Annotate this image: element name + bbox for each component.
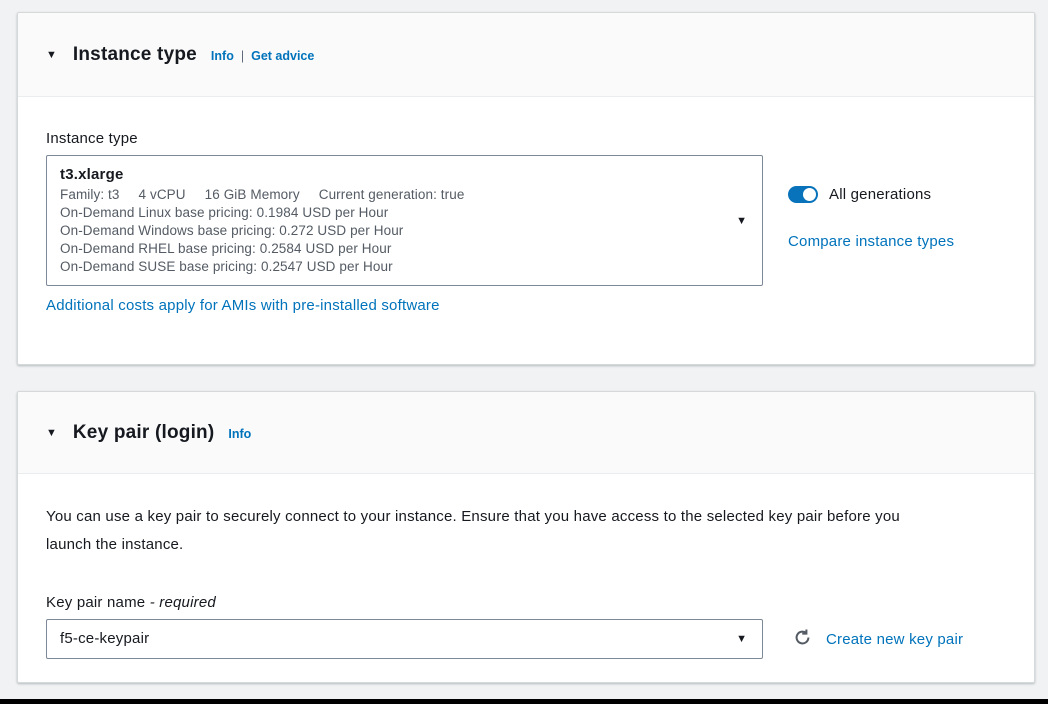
key-pair-name-label: Key pair name bbox=[46, 594, 145, 611]
pricing-rhel: On-Demand RHEL base pricing: 0.2584 USD … bbox=[60, 240, 722, 258]
link-separator: | bbox=[241, 49, 244, 63]
key-pair-description: You can use a key pair to securely conne… bbox=[46, 503, 906, 559]
instance-type-section-body: Instance type t3.xlarge Family: t3 4 vCP… bbox=[18, 97, 1034, 315]
expand-caret-icon[interactable]: ▼ bbox=[46, 48, 57, 61]
toggle-knob bbox=[803, 188, 816, 201]
key-pair-section-body: You can use a key pair to securely conne… bbox=[18, 474, 1034, 659]
key-pair-section-header: ▼ Key pair (login) Info bbox=[18, 392, 1034, 474]
instance-type-field-label: Instance type bbox=[46, 130, 1006, 147]
pricing-windows: On-Demand Windows base pricing: 0.272 US… bbox=[60, 222, 722, 240]
get-advice-link[interactable]: Get advice bbox=[251, 49, 314, 63]
expand-caret-icon[interactable]: ▼ bbox=[46, 426, 57, 439]
instance-type-select[interactable]: t3.xlarge Family: t3 4 vCPU 16 GiB Memor… bbox=[46, 155, 763, 286]
all-generations-label: All generations bbox=[829, 186, 931, 203]
key-pair-select-row: f5-ce-keypair ▼ Create new key pair bbox=[46, 619, 1006, 659]
info-link[interactable]: Info bbox=[228, 427, 251, 441]
instance-type-header-group: Instance type Info | Get advice bbox=[73, 44, 314, 66]
chevron-down-icon: ▼ bbox=[736, 633, 747, 645]
key-pair-header-group: Key pair (login) Info bbox=[73, 422, 251, 444]
all-generations-toggle[interactable]: All generations bbox=[788, 186, 954, 203]
instance-family: Family: t3 bbox=[60, 186, 120, 204]
instance-attributes: Family: t3 4 vCPU 16 GiB Memory Current … bbox=[60, 186, 722, 204]
key-pair-select[interactable]: f5-ce-keypair ▼ bbox=[46, 619, 763, 659]
key-pair-name-label-row: Key pair name - required bbox=[46, 594, 1006, 611]
required-indicator: - required bbox=[150, 594, 216, 611]
section-title: Instance type bbox=[73, 44, 197, 66]
pricing-suse: On-Demand SUSE base pricing: 0.2547 USD … bbox=[60, 258, 722, 276]
instance-generation: Current generation: true bbox=[319, 186, 465, 204]
compare-instance-types-link[interactable]: Compare instance types bbox=[788, 233, 954, 250]
ami-costs-link[interactable]: Additional costs apply for AMIs with pre… bbox=[46, 297, 440, 314]
info-link[interactable]: Info bbox=[211, 49, 234, 63]
toggle-on-icon[interactable] bbox=[788, 186, 818, 203]
instance-type-section-header: ▼ Instance type Info | Get advice bbox=[18, 13, 1034, 97]
header-links: Info bbox=[228, 427, 251, 441]
instance-type-section: ▼ Instance type Info | Get advice Instance… bbox=[17, 12, 1035, 365]
section-title: Key pair (login) bbox=[73, 422, 215, 444]
key-pair-section: ▼ Key pair (login) Info You can use a ke… bbox=[17, 391, 1035, 683]
create-new-key-pair-link[interactable]: Create new key pair bbox=[826, 631, 963, 648]
chevron-down-icon: ▼ bbox=[736, 215, 747, 227]
instance-memory: 16 GiB Memory bbox=[205, 186, 300, 204]
instance-type-right-column: All generations Compare instance types bbox=[788, 186, 954, 251]
screenshot-bottom-edge bbox=[0, 699, 1048, 704]
refresh-icon bbox=[793, 628, 812, 650]
pricing-linux: On-Demand Linux base pricing: 0.1984 USD… bbox=[60, 204, 722, 222]
header-links: Info | Get advice bbox=[211, 49, 314, 63]
selected-instance-type: t3.xlarge bbox=[60, 164, 722, 186]
selected-key-pair: f5-ce-keypair bbox=[60, 628, 149, 650]
refresh-key-pairs-button[interactable] bbox=[793, 628, 812, 650]
instance-vcpu: 4 vCPU bbox=[139, 186, 186, 204]
